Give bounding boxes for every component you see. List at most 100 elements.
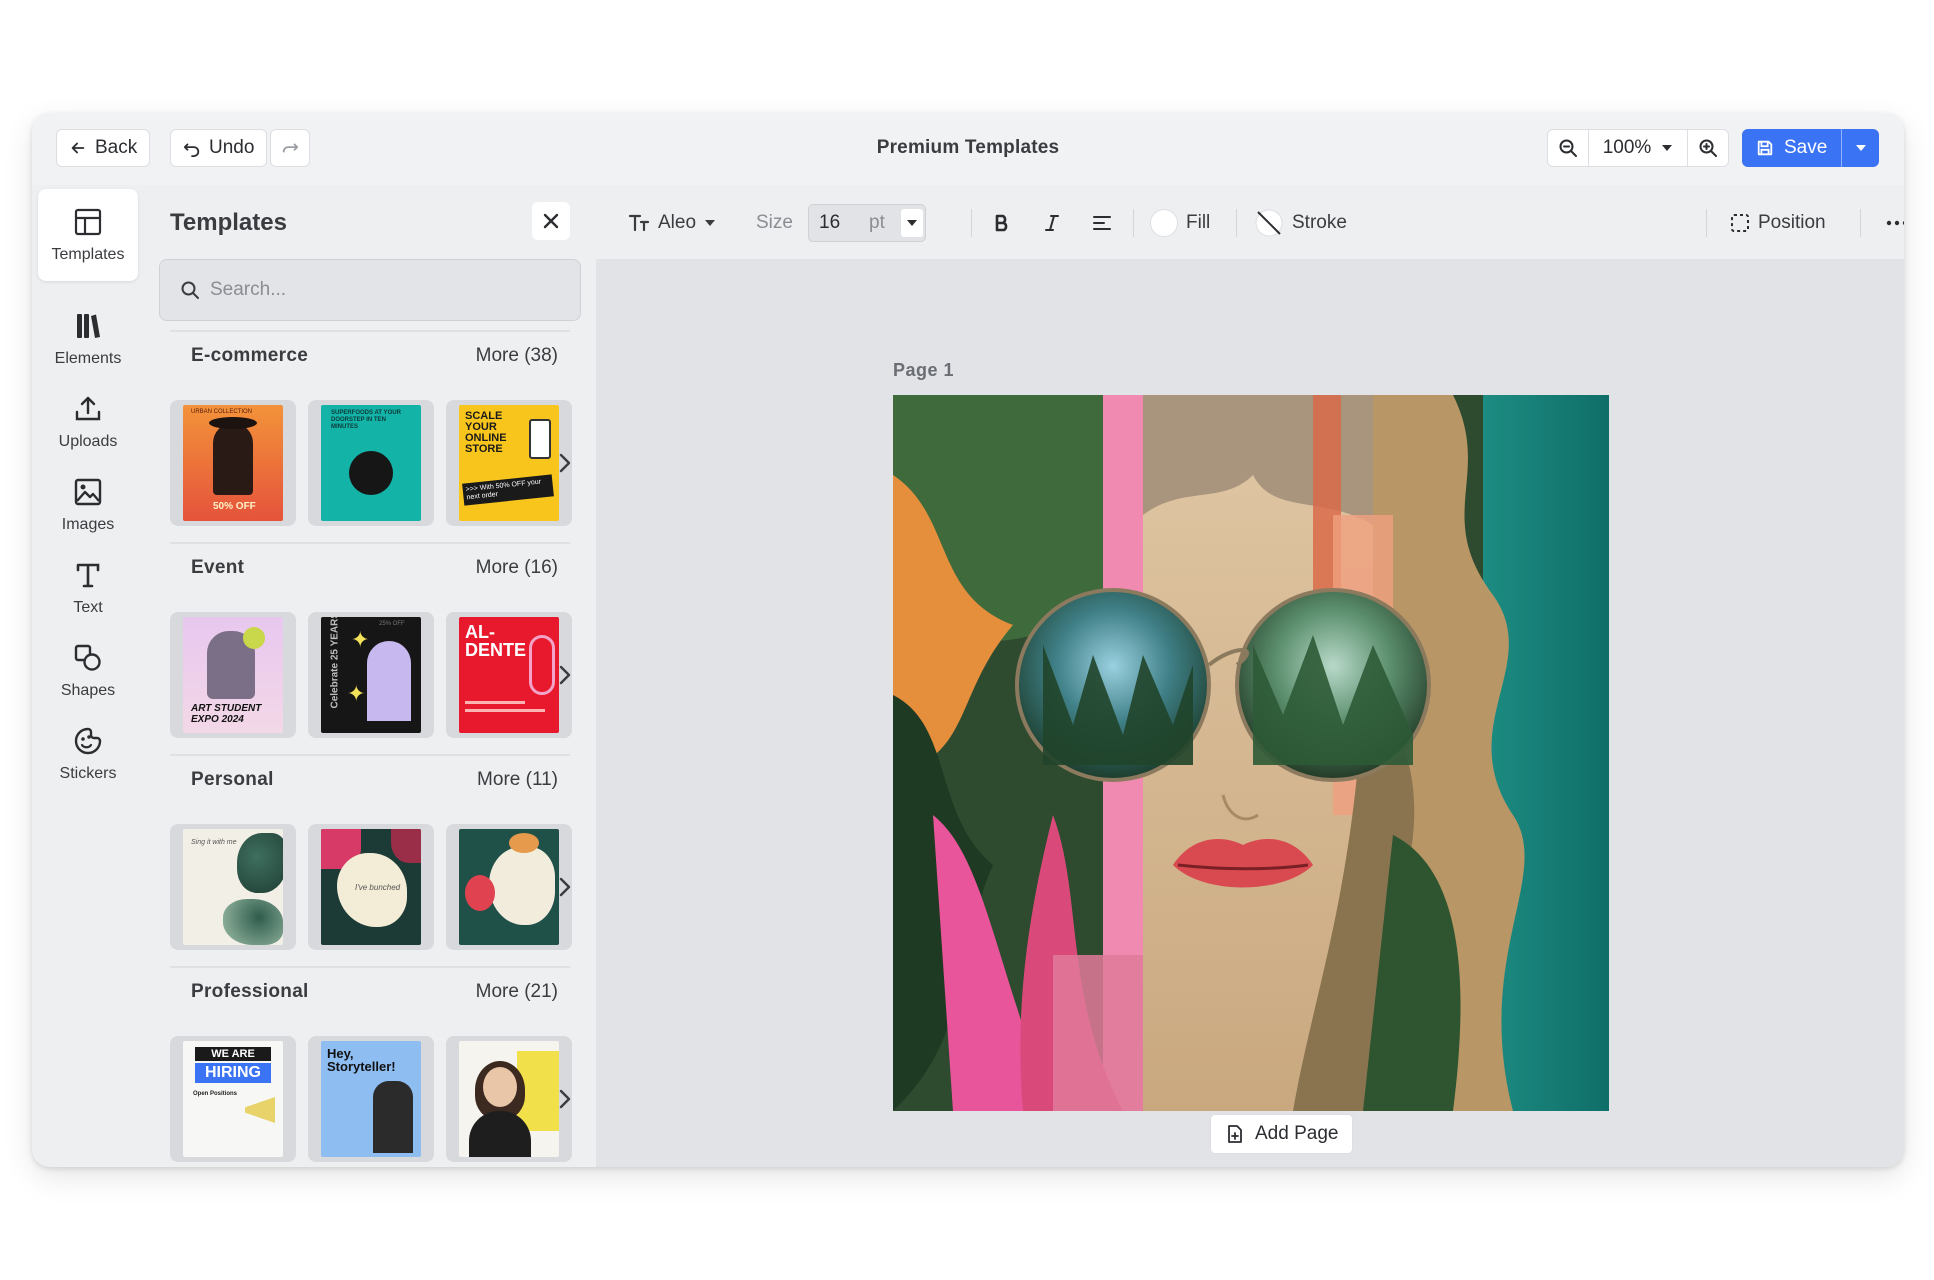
save-options-button[interactable] <box>1841 129 1879 167</box>
toolbar-divider <box>1133 209 1134 237</box>
font-select[interactable]: Aleo <box>628 204 716 242</box>
section-name: Event <box>191 557 245 578</box>
thumb-arch <box>367 641 411 721</box>
upload-icon <box>75 396 101 421</box>
sparkle-icon: ✦ <box>351 627 370 652</box>
template-row: Sing it with me I've bunched <box>170 824 580 950</box>
template-preview: Sing it with me <box>183 829 283 945</box>
zoom-in-icon <box>1699 139 1717 157</box>
section-more-link[interactable]: More (38) <box>476 345 558 367</box>
thumb-text: Open Positions <box>193 1091 238 1097</box>
rail-item-stickers[interactable]: Stickers <box>38 708 138 800</box>
save-button[interactable]: Save <box>1742 129 1841 167</box>
left-rail: Templates Elements Uploads Images Text S… <box>32 185 142 1167</box>
template-thumb[interactable]: WE ARE HIRING Open Positions <box>170 1036 296 1162</box>
more-options-button[interactable] <box>1880 204 1904 242</box>
template-thumb[interactable]: SUPERFOODS AT YOUR DOORSTEP IN TEN MINUT… <box>308 400 434 526</box>
template-preview <box>459 1041 559 1157</box>
template-row: WE ARE HIRING Open Positions Hey, Storyt… <box>170 1036 580 1162</box>
template-preview: URBAN COLLECTION 50% OFF <box>183 405 283 521</box>
more-horizontal-icon <box>1886 220 1904 226</box>
search-input[interactable] <box>210 279 550 301</box>
rail-item-text[interactable]: Text <box>38 542 138 634</box>
section-more-link[interactable]: More (11) <box>477 769 558 791</box>
thumb-text: WE ARE <box>195 1047 271 1061</box>
rail-label: Shapes <box>60 682 116 699</box>
elements-icon <box>77 314 100 338</box>
thumb-text: SUPERFOODS AT YOUR DOORSTEP IN TEN MINUT… <box>331 410 401 430</box>
search-icon <box>181 281 199 299</box>
thumb-text: ART STUDENT EXPO 2024 <box>191 703 262 725</box>
template-row: ART STUDENT EXPO 2024 Celebrate 25 YEARS… <box>170 612 580 738</box>
fill-button[interactable]: Fill <box>1150 204 1210 242</box>
thumb-text: Hey, Storyteller! <box>327 1046 396 1074</box>
thumb-flower <box>509 833 539 853</box>
font-icon <box>628 214 650 232</box>
toolbar-divider <box>1236 209 1237 237</box>
close-panel-button[interactable] <box>532 202 570 240</box>
add-page-icon <box>1228 1125 1242 1143</box>
zoom-level-value: 100% <box>1602 137 1652 158</box>
zoom-level-select[interactable]: 100% <box>1588 130 1688 166</box>
template-preview: SCALE YOUR ONLINE STORE >>> With 50% OFF… <box>459 405 559 521</box>
megaphone-icon <box>245 1097 275 1123</box>
rail-item-templates[interactable]: Templates <box>38 189 138 281</box>
template-thumb[interactable]: Celebrate 25 YEARS 25% OFF ✦ ✦ <box>308 612 434 738</box>
toolbar-divider <box>971 209 972 237</box>
thumb-text: >>> With 50% OFF your next order <box>462 474 554 506</box>
sparkle-icon: ✦ <box>347 681 366 706</box>
zoom-out-button[interactable] <box>1548 130 1588 166</box>
thumb-fish <box>465 875 495 911</box>
section-header: E-commerce More (38) <box>170 330 570 380</box>
align-button[interactable] <box>1088 204 1116 242</box>
font-size-dropdown[interactable] <box>901 209 923 237</box>
template-preview <box>459 829 559 945</box>
add-page-label: Add Page <box>1255 1123 1339 1144</box>
section-header: Professional More (21) <box>170 966 570 1016</box>
zoom-in-button[interactable] <box>1688 130 1728 166</box>
thumb-text: URBAN COLLECTION <box>191 409 253 415</box>
toolbar-divider <box>1860 209 1861 237</box>
chevron-right-icon <box>559 877 571 897</box>
position-button[interactable]: Position <box>1730 204 1826 242</box>
caret-down-icon <box>907 220 917 226</box>
font-size-value: 16 <box>819 212 841 233</box>
collage-artwork <box>893 395 1609 1111</box>
chevron-right-icon <box>559 665 571 685</box>
template-thumb[interactable]: URBAN COLLECTION 50% OFF <box>170 400 296 526</box>
rail-label: Templates <box>51 246 125 263</box>
row-next-button[interactable] <box>554 448 576 478</box>
template-thumb[interactable]: Hey, Storyteller! <box>308 1036 434 1162</box>
layout-icon <box>74 208 102 236</box>
italic-button[interactable] <box>1038 204 1066 242</box>
thumb-circle <box>243 627 265 649</box>
caret-down-icon <box>1855 145 1866 151</box>
add-page-button[interactable]: Add Page <box>1210 1114 1354 1154</box>
template-preview: AL- DENTE <box>459 617 559 733</box>
thumb-blob <box>489 847 555 925</box>
format-toolbar: Aleo Size 16 pt Fill Stroke Position <box>596 185 1904 260</box>
rail-item-elements[interactable]: Elements <box>38 293 138 385</box>
section-more-link[interactable]: More (21) <box>476 981 558 1003</box>
row-next-button[interactable] <box>554 660 576 690</box>
rail-item-uploads[interactable]: Uploads <box>38 376 138 468</box>
thumb-line <box>465 709 545 712</box>
search-box <box>159 259 581 321</box>
row-next-button[interactable] <box>554 1084 576 1114</box>
thumb-leaves <box>237 833 283 893</box>
stroke-button[interactable]: Stroke <box>1254 204 1347 242</box>
rail-item-shapes[interactable]: Shapes <box>38 625 138 717</box>
template-thumb[interactable]: ART STUDENT EXPO 2024 <box>170 612 296 738</box>
row-next-button[interactable] <box>554 872 576 902</box>
font-size-input[interactable]: 16 pt <box>808 204 926 242</box>
section-more-link[interactable]: More (16) <box>476 557 558 579</box>
template-thumb[interactable]: Sing it with me <box>170 824 296 950</box>
template-thumb[interactable]: I've bunched <box>308 824 434 950</box>
font-size-unit: pt <box>869 212 885 233</box>
bold-button[interactable] <box>988 204 1016 242</box>
rail-item-images[interactable]: Images <box>38 459 138 551</box>
thumb-fruit <box>349 451 393 495</box>
italic-icon <box>1045 215 1059 231</box>
artboard-collage-image[interactable] <box>893 395 1609 1111</box>
save-icon <box>1757 140 1773 156</box>
